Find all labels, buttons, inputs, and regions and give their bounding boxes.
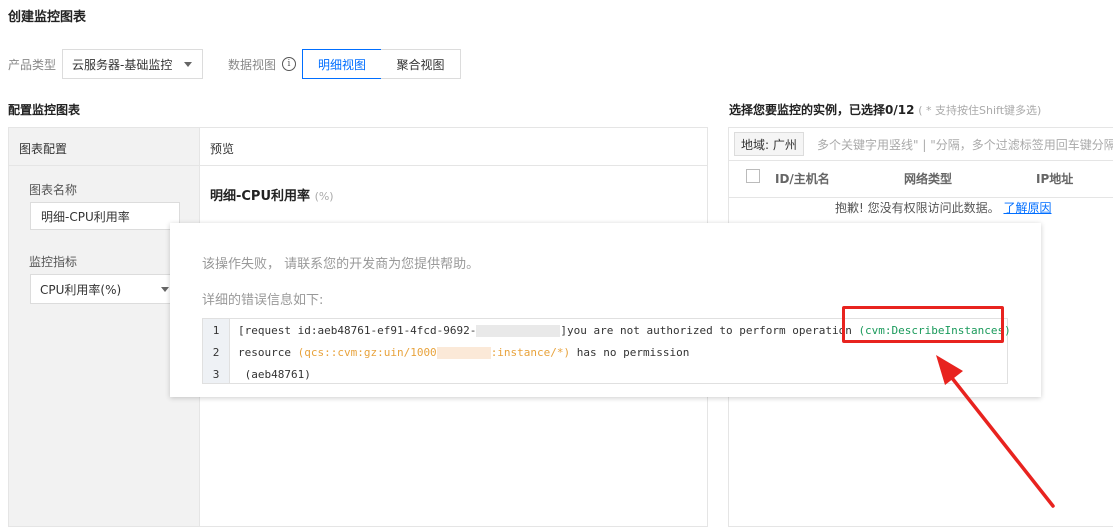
annotation-arrow-icon (936, 355, 1055, 508)
